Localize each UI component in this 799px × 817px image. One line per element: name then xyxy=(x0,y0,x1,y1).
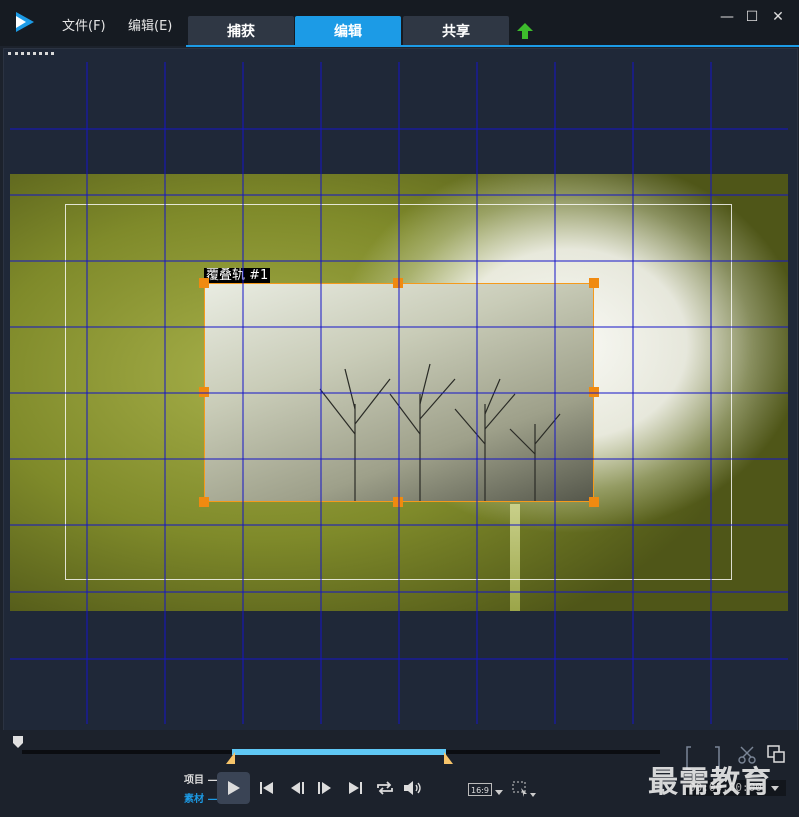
timecode-dropdown-icon[interactable] xyxy=(771,786,779,792)
resize-handle-top[interactable] xyxy=(393,278,403,288)
trim-range-bar[interactable] xyxy=(232,749,446,755)
overlay-clip[interactable] xyxy=(204,283,594,502)
play-icon xyxy=(227,781,240,795)
resize-handle-bottom-right[interactable] xyxy=(589,497,599,507)
resize-handle-right[interactable] xyxy=(589,387,599,397)
resize-handle-top-right[interactable] xyxy=(589,278,599,288)
resize-handle-bottom[interactable] xyxy=(393,497,403,507)
tab-underline xyxy=(186,45,799,47)
menu-file[interactable]: 文件(F) xyxy=(62,15,106,34)
scrubber-icon[interactable] xyxy=(12,735,24,749)
app-logo-icon xyxy=(16,12,34,32)
drag-handle-dots[interactable] xyxy=(8,52,54,58)
trim-start-handle-icon[interactable] xyxy=(226,752,236,764)
tab-capture[interactable]: 捕获 xyxy=(188,16,294,46)
tree-silhouette-image xyxy=(319,363,561,501)
next-frame-icon[interactable] xyxy=(316,781,332,795)
clip-mode-text: 素材 xyxy=(184,794,204,805)
repeat-icon[interactable] xyxy=(375,780,395,796)
resize-mode-icon[interactable] xyxy=(512,781,538,799)
play-button[interactable] xyxy=(217,772,250,804)
trim-end-handle-icon[interactable] xyxy=(443,752,453,764)
volume-icon[interactable] xyxy=(403,780,423,796)
aspect-ratio-button[interactable]: 16:9 xyxy=(468,783,492,796)
resize-handle-bottom-left[interactable] xyxy=(199,497,209,507)
upload-arrow-icon[interactable] xyxy=(516,22,534,40)
overlay-track-label: 覆叠轨 #1 xyxy=(204,268,271,283)
minimize-button[interactable]: — xyxy=(718,8,736,26)
clip-mode-label[interactable]: 素材 — xyxy=(184,790,217,805)
previous-frame-icon[interactable] xyxy=(290,781,306,795)
menu-edit[interactable]: 编辑(E) xyxy=(128,15,172,34)
go-to-start-icon[interactable] xyxy=(259,781,275,795)
project-mode-label[interactable]: 项目 — xyxy=(184,771,217,786)
go-to-end-icon[interactable] xyxy=(347,781,363,795)
tab-edit[interactable]: 编辑 xyxy=(295,16,401,46)
maximize-button[interactable]: ☐ xyxy=(743,8,761,26)
resize-handle-top-left[interactable] xyxy=(199,278,209,288)
tab-share[interactable]: 共享 xyxy=(403,16,509,46)
resize-handle-left[interactable] xyxy=(199,387,209,397)
close-button[interactable]: ✕ xyxy=(769,8,787,26)
watermark-text: 最需教育 xyxy=(648,765,772,800)
aspect-dropdown-icon[interactable] xyxy=(495,790,503,796)
project-mode-text: 项目 xyxy=(184,775,204,786)
title-bar: 文件(F) 编辑(E) 捕获 编辑 共享 — ☐ ✕ xyxy=(0,0,799,47)
